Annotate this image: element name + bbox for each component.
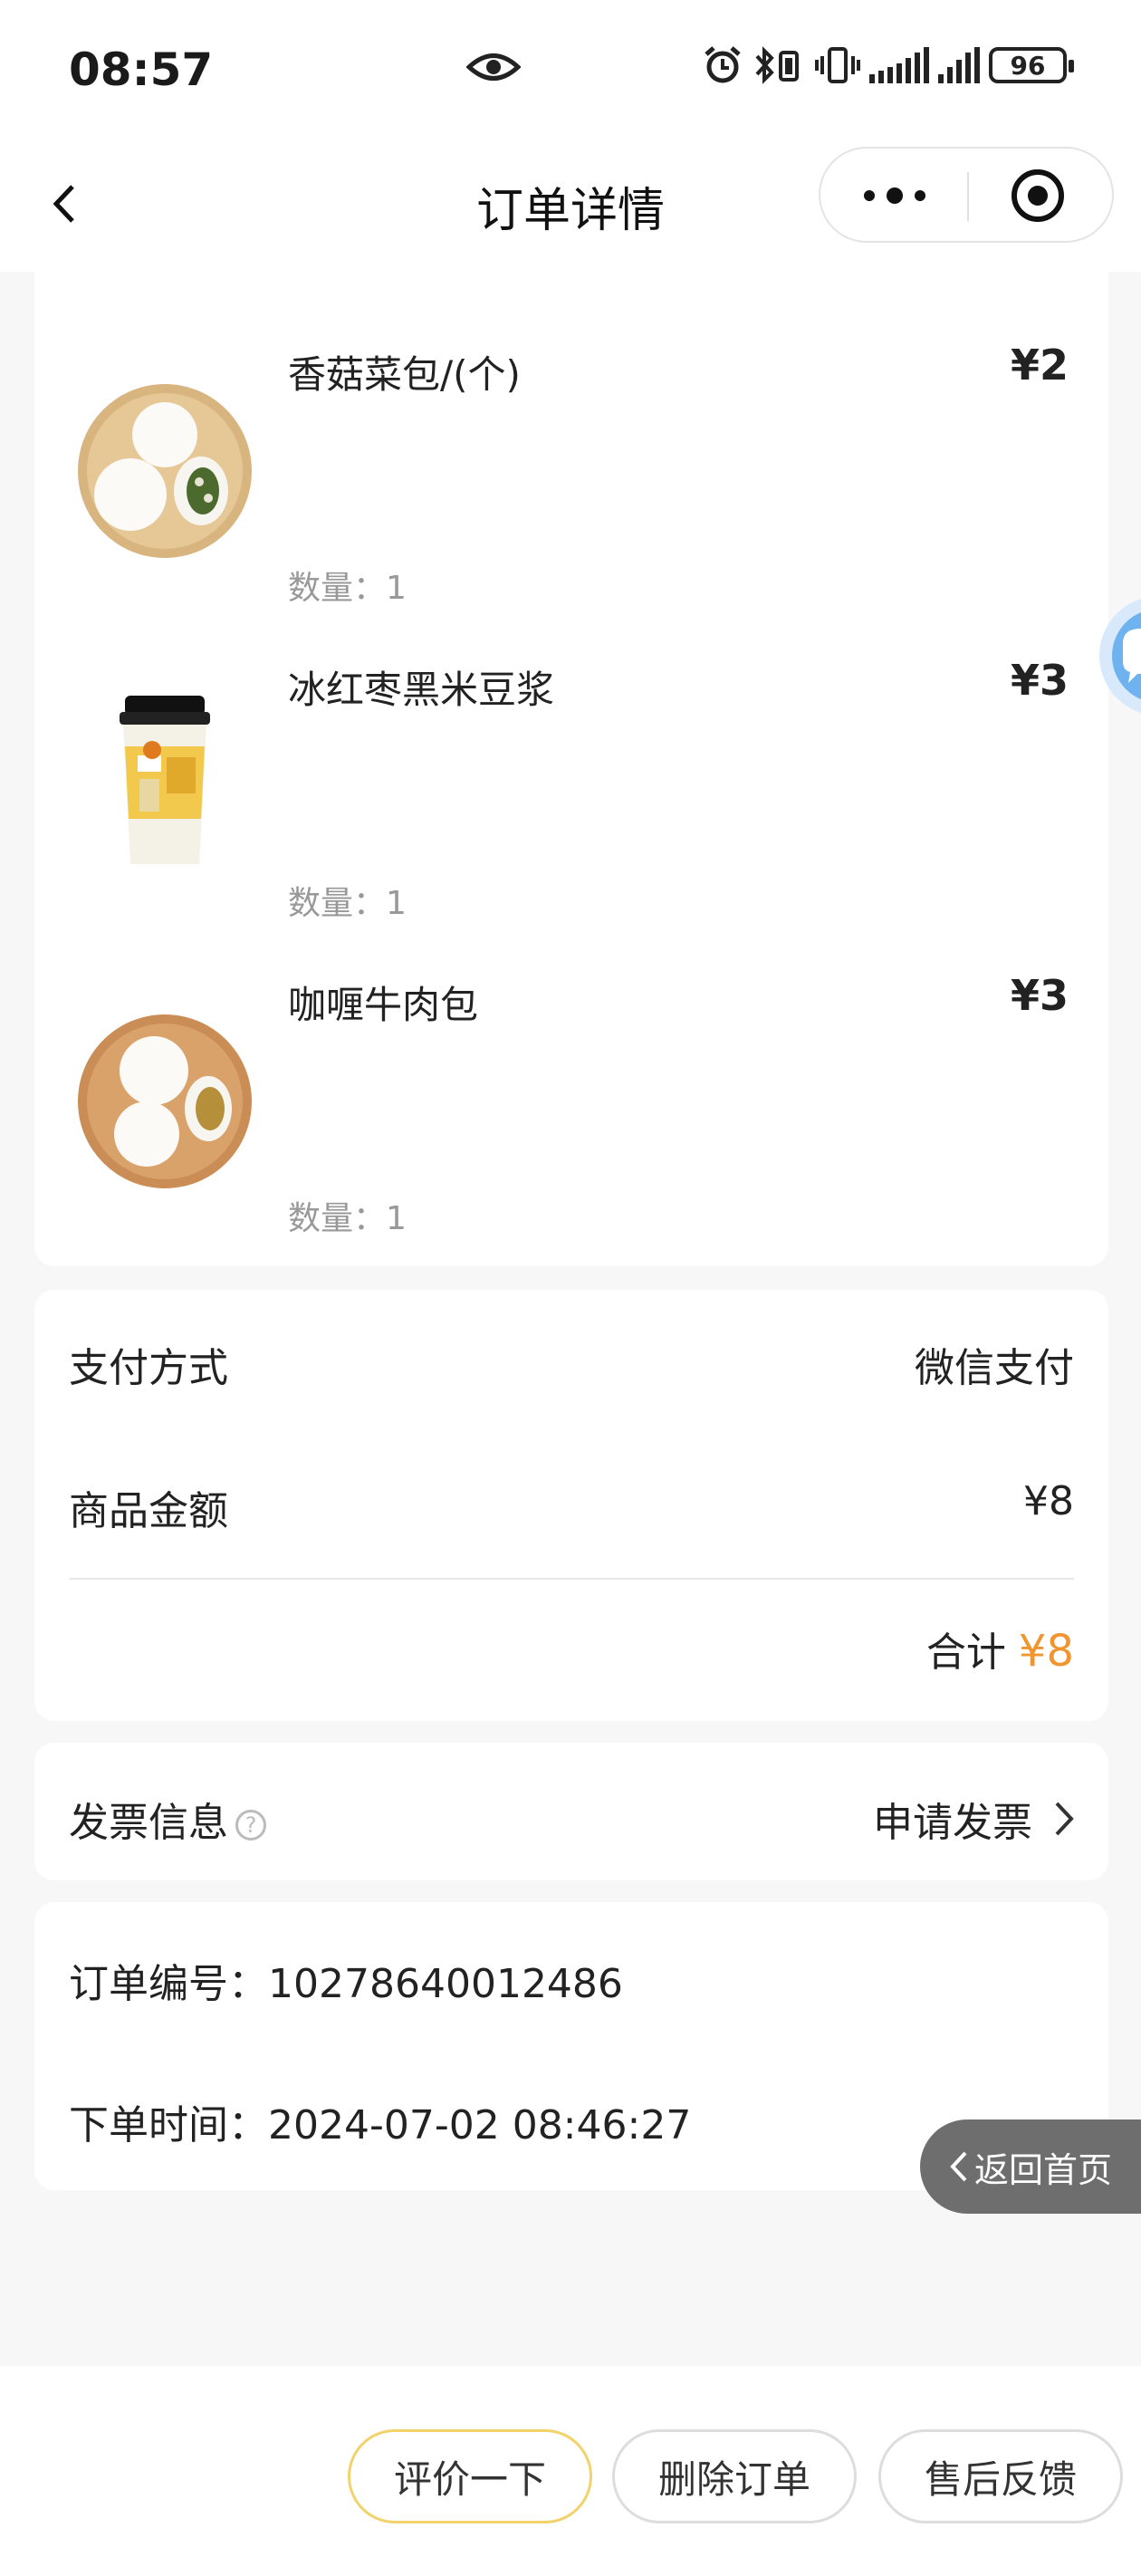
- signal-icon-2: [938, 47, 980, 83]
- status-icons: 96: [703, 45, 1074, 85]
- close-target-icon[interactable]: [1009, 167, 1067, 225]
- battery-icon: 96: [989, 47, 1074, 83]
- invoice-label: 发票信息: [69, 1800, 228, 1846]
- order-time-value: 2024-07-02 08:46:27: [268, 2102, 692, 2148]
- signal-icon: [869, 47, 929, 83]
- capsule-divider: [967, 172, 969, 221]
- item-name: 冰红枣黑米豆浆: [288, 668, 555, 712]
- order-item[interactable]: 咖喱牛肉包 ¥3 数量：1: [34, 902, 1108, 1237]
- total: 合计 ¥8: [926, 1620, 1074, 1677]
- qty-label: 数量：: [288, 1200, 387, 1237]
- goods-amount-label: 商品金额: [69, 1488, 228, 1534]
- order-number: 订单编号：10278640012486: [69, 1951, 623, 2009]
- delete-order-button[interactable]: 删除订单: [612, 2429, 857, 2523]
- chevron-left-icon: [950, 2151, 967, 2182]
- back-home-label: 返回首页: [973, 2149, 1112, 2190]
- item-price: ¥3: [1010, 656, 1069, 705]
- payment-method-label: 支付方式: [69, 1345, 228, 1391]
- mushroom-bun-image: [78, 384, 252, 558]
- apply-invoice[interactable]: 申请发票: [873, 1790, 1074, 1848]
- bluetooth-icon: [755, 46, 799, 84]
- back-home-button[interactable]: 返回首页: [920, 2119, 1141, 2214]
- after-sale-button[interactable]: 售后反馈: [878, 2429, 1123, 2523]
- invoice-card[interactable]: 发票信息? 申请发票: [34, 1743, 1108, 1880]
- total-value: ¥8: [1018, 1626, 1074, 1677]
- divider: [69, 1578, 1074, 1580]
- order-time: 下单时间：2024-07-02 08:46:27: [69, 2092, 691, 2150]
- more-icon[interactable]: [860, 179, 929, 212]
- customer-service-icon[interactable]: [1096, 592, 1141, 719]
- mini-program-capsule: [819, 147, 1114, 243]
- vibrate-icon: [815, 47, 860, 83]
- order-number-value[interactable]: 10278640012486: [268, 1961, 623, 2007]
- review-button[interactable]: 评价一下: [348, 2429, 592, 2523]
- payment-method-value: 微信支付: [915, 1345, 1074, 1391]
- curry-beef-bun-image: [78, 1014, 252, 1188]
- item-name: 香菇菜包/(个): [288, 352, 521, 397]
- chevron-right-icon: [1055, 1802, 1074, 1836]
- order-number-label: 订单编号：: [69, 1961, 268, 2007]
- total-label: 合计: [925, 1629, 1006, 1676]
- alarm-icon: [705, 46, 741, 83]
- order-time-label: 下单时间：: [69, 2102, 268, 2148]
- item-name: 咖喱牛肉包: [288, 983, 479, 1027]
- item-price: ¥3: [1010, 971, 1069, 1020]
- order-item[interactable]: 冰红枣黑米豆浆 ¥3 数量：1: [34, 587, 1108, 922]
- item-price: ¥2: [1010, 341, 1069, 389]
- payment-card: 支付方式 微信支付 商品金额 ¥8 合计 ¥8: [34, 1290, 1108, 1721]
- apply-invoice-label: 申请发票: [873, 1800, 1032, 1846]
- qty-value: 1: [386, 1200, 407, 1237]
- goods-amount-value: ¥8: [1023, 1478, 1074, 1524]
- status-time: 08:57: [69, 43, 214, 96]
- help-icon[interactable]: ?: [235, 1810, 266, 1841]
- status-bar: 08:57 96: [0, 0, 1141, 136]
- item-quantity: 数量：1: [288, 1192, 407, 1239]
- order-items-card: 香菇菜包/(个) ¥2 数量：1 冰红枣黑米豆浆 ¥3 数量：1 咖喱牛肉包 ¥: [34, 272, 1108, 1266]
- soy-milk-cup-image: [120, 696, 210, 864]
- nav-bar: 订单详情: [0, 136, 1141, 272]
- order-item[interactable]: 香菇菜包/(个) ¥2 数量：1: [34, 272, 1108, 607]
- bottom-action-bar: 评价一下 删除订单 售后反馈: [0, 2366, 1141, 2576]
- invoice-label-wrap: 发票信息?: [69, 1790, 266, 1848]
- eye-icon: [466, 53, 521, 81]
